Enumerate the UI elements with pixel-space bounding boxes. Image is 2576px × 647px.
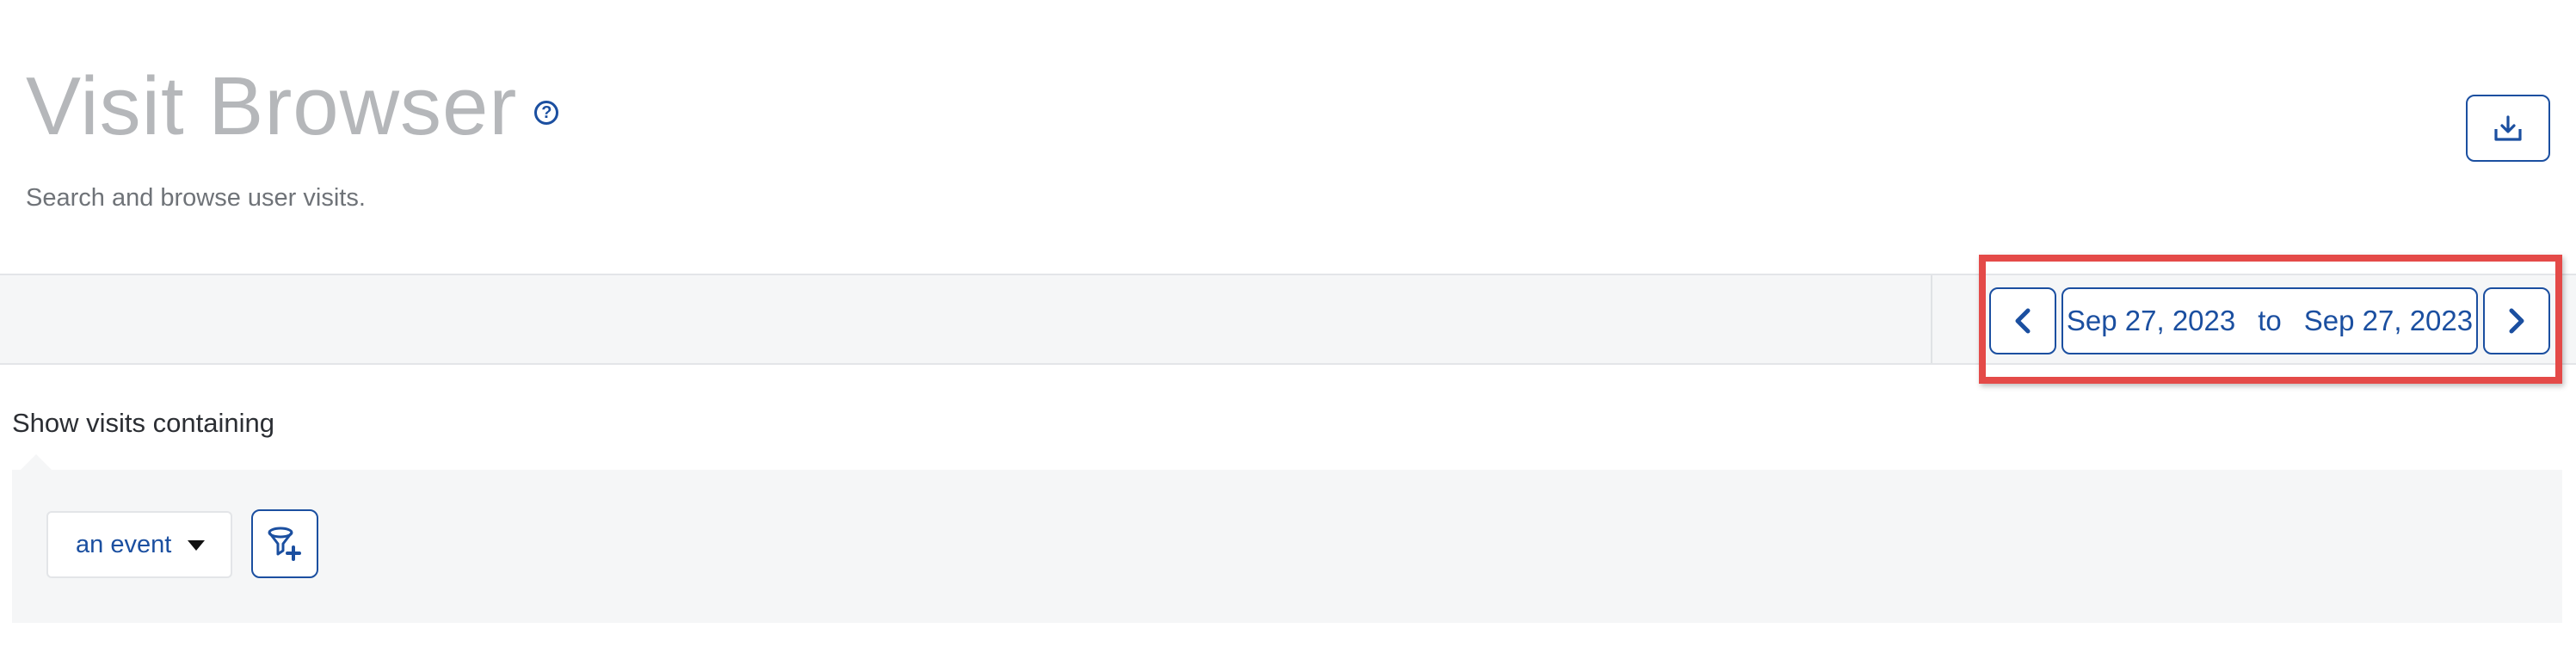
next-period-button[interactable]: [2483, 287, 2550, 354]
toolbar-divider: [1931, 275, 1932, 363]
chevron-right-icon: [2509, 308, 2524, 334]
help-icon[interactable]: ?: [534, 101, 559, 125]
filter-type-value: an event: [76, 530, 172, 558]
chevron-left-icon: [2015, 308, 2031, 334]
previous-period-button[interactable]: [1989, 287, 2056, 354]
date-range-end: Sep 27, 2023: [2303, 305, 2474, 336]
filter-section-label: Show visits containing: [12, 408, 274, 438]
download-tray-icon: [2494, 115, 2522, 141]
caret-down-icon: [188, 540, 205, 551]
page-title: Visit Browser: [26, 60, 518, 152]
filter-plus-icon: [268, 527, 301, 561]
date-range-picker[interactable]: Sep 27, 2023 to Sep 27, 2023: [2061, 287, 2478, 354]
filter-type-select[interactable]: an event: [46, 511, 232, 578]
add-filter-button[interactable]: [251, 509, 318, 578]
page-header: Visit Browser ? Search and browse user v…: [0, 0, 2576, 274]
visit-browser-page: Visit Browser ? Search and browse user v…: [0, 0, 2576, 647]
date-range-start: Sep 27, 2023: [2066, 305, 2236, 336]
title-row: Visit Browser ?: [26, 60, 559, 152]
page-subtitle: Search and browse user visits.: [26, 184, 366, 212]
export-button[interactable]: [2466, 95, 2550, 162]
date-range-separator: to: [2258, 305, 2282, 336]
filter-panel: an event: [12, 454, 2562, 623]
